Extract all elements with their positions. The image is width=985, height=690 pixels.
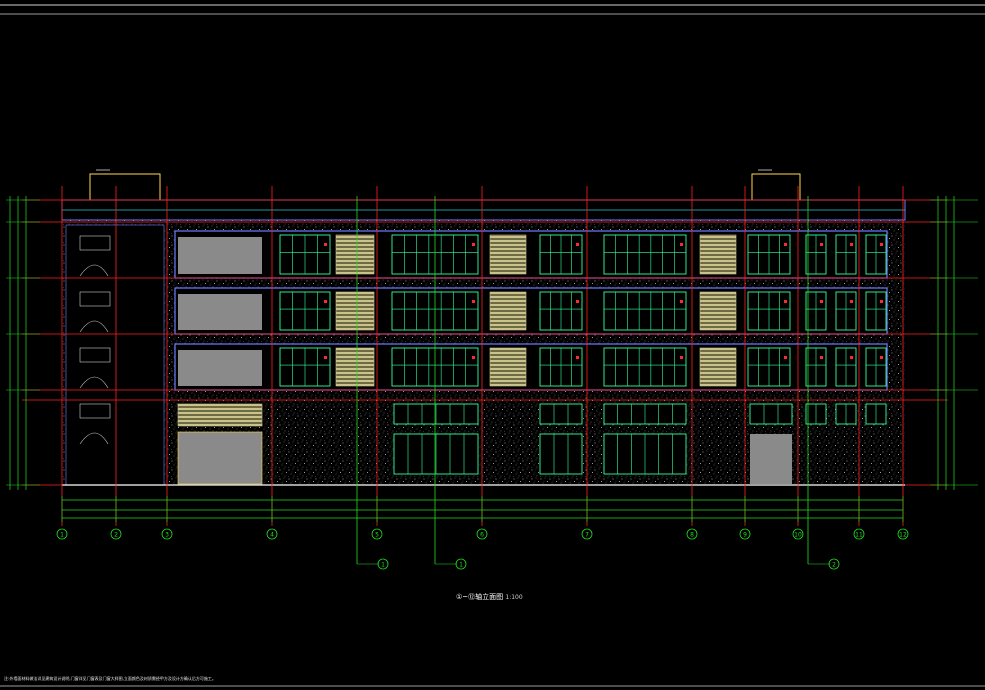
red-marker bbox=[472, 356, 475, 359]
red-marker bbox=[576, 243, 579, 246]
red-marker bbox=[324, 243, 327, 246]
red-marker bbox=[576, 356, 579, 359]
section-label: 1 bbox=[459, 562, 463, 569]
solid-panel bbox=[178, 237, 262, 274]
red-marker bbox=[880, 243, 883, 246]
axis-label: 10 bbox=[794, 532, 802, 539]
axis-label: 9 bbox=[743, 532, 747, 539]
ground-door bbox=[750, 434, 792, 484]
red-marker bbox=[324, 300, 327, 303]
red-marker bbox=[324, 356, 327, 359]
red-marker bbox=[472, 243, 475, 246]
ground-window bbox=[539, 433, 583, 475]
ground-window bbox=[749, 403, 793, 425]
axis-label: 11 bbox=[855, 532, 863, 539]
axis-label: 1 bbox=[60, 532, 64, 539]
red-marker bbox=[820, 243, 823, 246]
louver-panel bbox=[699, 234, 737, 275]
solid-panel bbox=[178, 294, 262, 330]
ground-window bbox=[539, 403, 583, 425]
axis-label: 2 bbox=[114, 532, 118, 539]
red-marker bbox=[850, 356, 853, 359]
louver-panel bbox=[699, 347, 737, 387]
red-marker bbox=[680, 243, 683, 246]
axis-label: 3 bbox=[165, 532, 169, 539]
drawing-caption: ①~⑫轴立面图 1:100 bbox=[456, 592, 523, 602]
louver-panel bbox=[489, 291, 527, 331]
axis-label: 4 bbox=[270, 532, 274, 539]
section-label: 2 bbox=[832, 562, 836, 569]
red-marker bbox=[576, 300, 579, 303]
roof-boxes bbox=[89, 169, 801, 200]
red-marker bbox=[472, 300, 475, 303]
axis-label: 6 bbox=[480, 532, 484, 539]
axis-label: 7 bbox=[585, 532, 589, 539]
red-marker bbox=[850, 300, 853, 303]
section-label: 1 bbox=[381, 562, 385, 569]
axis-label: 5 bbox=[375, 532, 379, 539]
ground-louver bbox=[177, 403, 263, 427]
red-marker bbox=[680, 356, 683, 359]
louver-panel bbox=[335, 234, 375, 275]
window-band bbox=[174, 230, 888, 279]
red-marker bbox=[820, 300, 823, 303]
drawing-title: ①~⑫轴立面图 bbox=[456, 593, 504, 601]
red-marker bbox=[784, 356, 787, 359]
louver-panel bbox=[489, 347, 527, 387]
red-marker bbox=[880, 300, 883, 303]
louver-panel bbox=[335, 291, 375, 331]
louver-panel bbox=[335, 347, 375, 387]
red-marker bbox=[680, 300, 683, 303]
elevation-drawing: 1 2 3 4 5 6 7 8 9 10 11 12 112 bbox=[0, 4, 985, 687]
window-band bbox=[174, 343, 888, 391]
drawing-scale: 1:100 bbox=[505, 594, 523, 601]
red-marker bbox=[820, 356, 823, 359]
ground-door-panel bbox=[177, 431, 263, 485]
red-marker bbox=[880, 356, 883, 359]
stair-core bbox=[65, 224, 165, 486]
drawing-footnote: 注:外墙面材料做法详见建筑设计说明,门窗详见门窗表及门窗大样图,立面颜色及材质需… bbox=[4, 676, 216, 681]
window-band bbox=[174, 287, 888, 335]
solid-panel bbox=[178, 350, 262, 386]
axis-label: 12 bbox=[899, 532, 907, 539]
red-marker bbox=[784, 300, 787, 303]
building-facade bbox=[22, 199, 948, 486]
red-marker bbox=[784, 243, 787, 246]
red-marker bbox=[850, 243, 853, 246]
louver-panel bbox=[489, 234, 527, 275]
louver-panel bbox=[699, 291, 737, 331]
axis-label: 8 bbox=[690, 532, 694, 539]
